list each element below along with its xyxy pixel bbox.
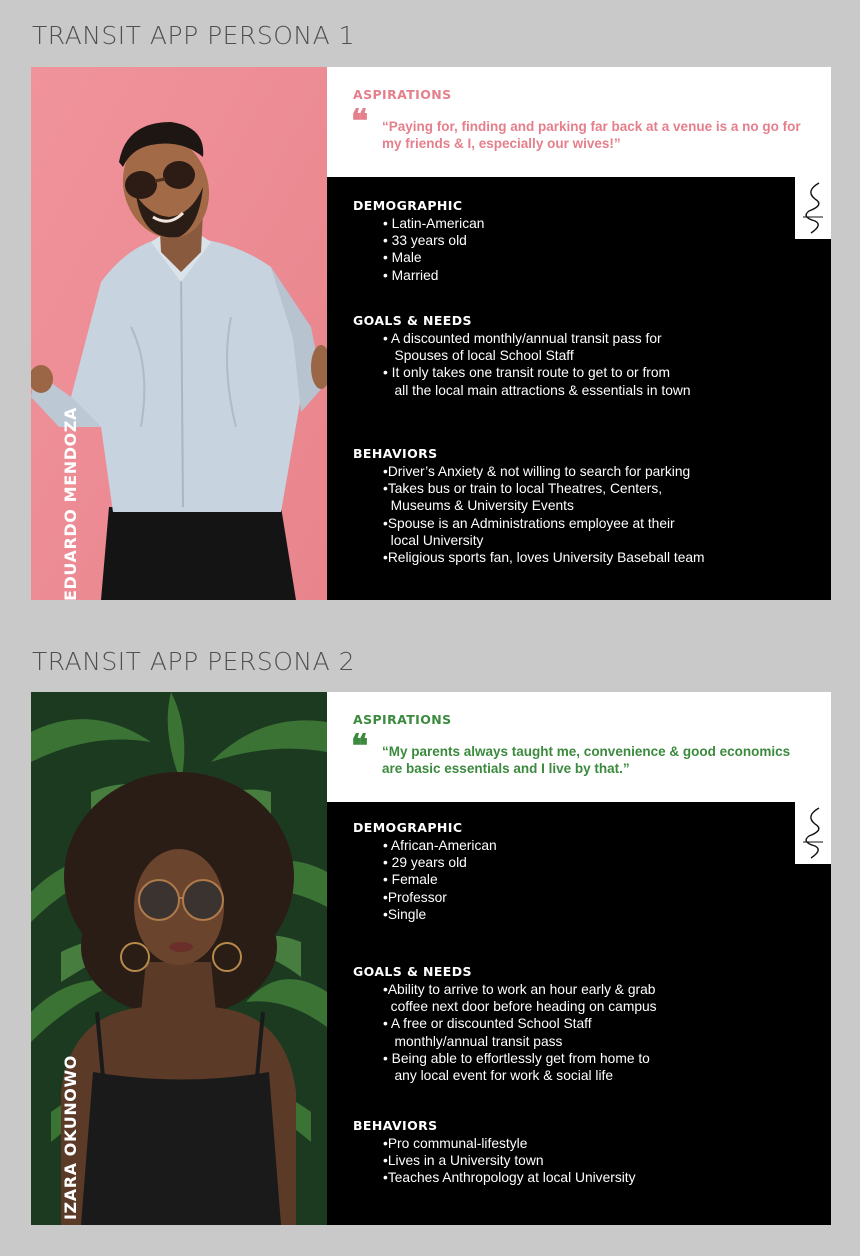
persona-2-quote: “My parents always taught me, convenienc… [382, 744, 791, 776]
list-item: •Spouse is an Administrations employee a… [383, 515, 675, 531]
section-title: GOALS & NEEDS [353, 964, 472, 979]
persona-2-aspirations: ASPIRATIONS ❝ “My parents always taught … [327, 692, 831, 802]
aspirations-title: ASPIRATIONS [353, 87, 452, 102]
behaviors-list: •Driver’s Anxiety & not willing to searc… [353, 463, 705, 566]
list-item: • 29 years old [383, 855, 467, 871]
persona-2-details-panel: ASPIRATIONS ❝ “My parents always taught … [327, 692, 831, 1225]
list-item: coffee next door before heading on campu… [383, 999, 657, 1015]
list-item: any local event for work & social life [383, 1068, 614, 1084]
list-item: •Religious sports fan, loves University … [383, 550, 705, 566]
list-item: •Driver’s Anxiety & not willing to searc… [383, 464, 691, 479]
quote-icon: ❝ [351, 727, 369, 765]
section-title: BEHAVIORS [353, 446, 438, 461]
list-item: • African-American [383, 838, 497, 853]
list-item: •Teaches Anthropology at local Universit… [383, 1170, 636, 1186]
persona-2-demographic: DEMOGRAPHIC • African-American • 29 year… [353, 820, 497, 923]
goals-list: • A discounted monthly/annual transit pa… [353, 330, 691, 399]
list-item: • A free or discounted School Staff [383, 1016, 592, 1032]
persona-1-name: EDUARDO MENDOZA [61, 407, 80, 600]
persona-2-name: IZARA OKUNOWO [61, 1055, 80, 1220]
signature-mark-icon [795, 177, 831, 239]
list-item: Spouses of local School Staff [383, 348, 574, 364]
persona-2-frame-title: TRANSIT APP PERSONA 2 [32, 647, 356, 676]
list-item: all the local main attractions & essenti… [383, 382, 691, 398]
section-title: DEMOGRAPHIC [353, 198, 463, 213]
behaviors-list: •Pro communal-lifestyle •Lives in a Univ… [353, 1135, 636, 1187]
list-item: • Being able to effortlessly get from ho… [383, 1050, 650, 1066]
aspirations-title: ASPIRATIONS [353, 712, 452, 727]
persona-1-demographic: DEMOGRAPHIC • Latin-American • 33 years … [353, 198, 484, 284]
list-item: • 33 years old [383, 233, 467, 249]
section-title: GOALS & NEEDS [353, 313, 472, 328]
list-item: • Married [383, 267, 439, 283]
list-item: • Latin-American [383, 216, 485, 231]
persona-1-behaviors: BEHAVIORS •Driver’s Anxiety & not willin… [353, 446, 705, 566]
section-title: DEMOGRAPHIC [353, 820, 463, 835]
list-item: •Professor [383, 889, 447, 905]
list-item: •Lives in a University town [383, 1153, 544, 1169]
persona-1-quote: “Paying for, finding and parking far bac… [382, 119, 801, 151]
list-item: •Takes bus or train to local Theatres, C… [383, 481, 663, 497]
persona-1-card: EDUARDO MENDOZA ASPIRATIONS ❝ “Paying fo… [31, 67, 831, 600]
list-item: • A discounted monthly/annual transit pa… [383, 331, 662, 346]
list-item: •Single [383, 906, 427, 922]
persona-1-details-panel: ASPIRATIONS ❝ “Paying for, finding and p… [327, 67, 831, 600]
persona-2-goals-needs: GOALS & NEEDS •Ability to arrive to work… [353, 964, 657, 1084]
list-item: • Male [383, 250, 422, 266]
demographic-list: • Latin-American • 33 years old • Male •… [353, 215, 484, 284]
list-item: monthly/annual transit pass [383, 1033, 563, 1049]
quote-icon: ❝ [351, 102, 369, 140]
persona-2-behaviors: BEHAVIORS •Pro communal-lifestyle •Lives… [353, 1118, 636, 1187]
persona-1-goals-needs: GOALS & NEEDS • A discounted monthly/ann… [353, 313, 691, 399]
signature-mark-icon [795, 802, 831, 864]
section-title: BEHAVIORS [353, 1118, 438, 1133]
persona-2-photo: IZARA OKUNOWO [31, 692, 327, 1225]
persona-1-frame-title: TRANSIT APP PERSONA 1 [32, 21, 356, 50]
persona-1-photo: EDUARDO MENDOZA [31, 67, 327, 600]
persona-1-aspirations: ASPIRATIONS ❝ “Paying for, finding and p… [327, 67, 831, 177]
list-item: local University [383, 532, 484, 548]
goals-list: •Ability to arrive to work an hour early… [353, 981, 657, 1084]
list-item: • Female [383, 872, 438, 888]
persona-2-card: IZARA OKUNOWO ASPIRATIONS ❝ “My parents … [31, 692, 831, 1225]
list-item: Museums & University Events [383, 498, 574, 514]
demographic-list: • African-American • 29 years old • Fema… [353, 837, 497, 923]
list-item: •Pro communal-lifestyle [383, 1136, 528, 1151]
list-item: • It only takes one transit route to get… [383, 365, 671, 381]
list-item: •Ability to arrive to work an hour early… [383, 982, 656, 997]
